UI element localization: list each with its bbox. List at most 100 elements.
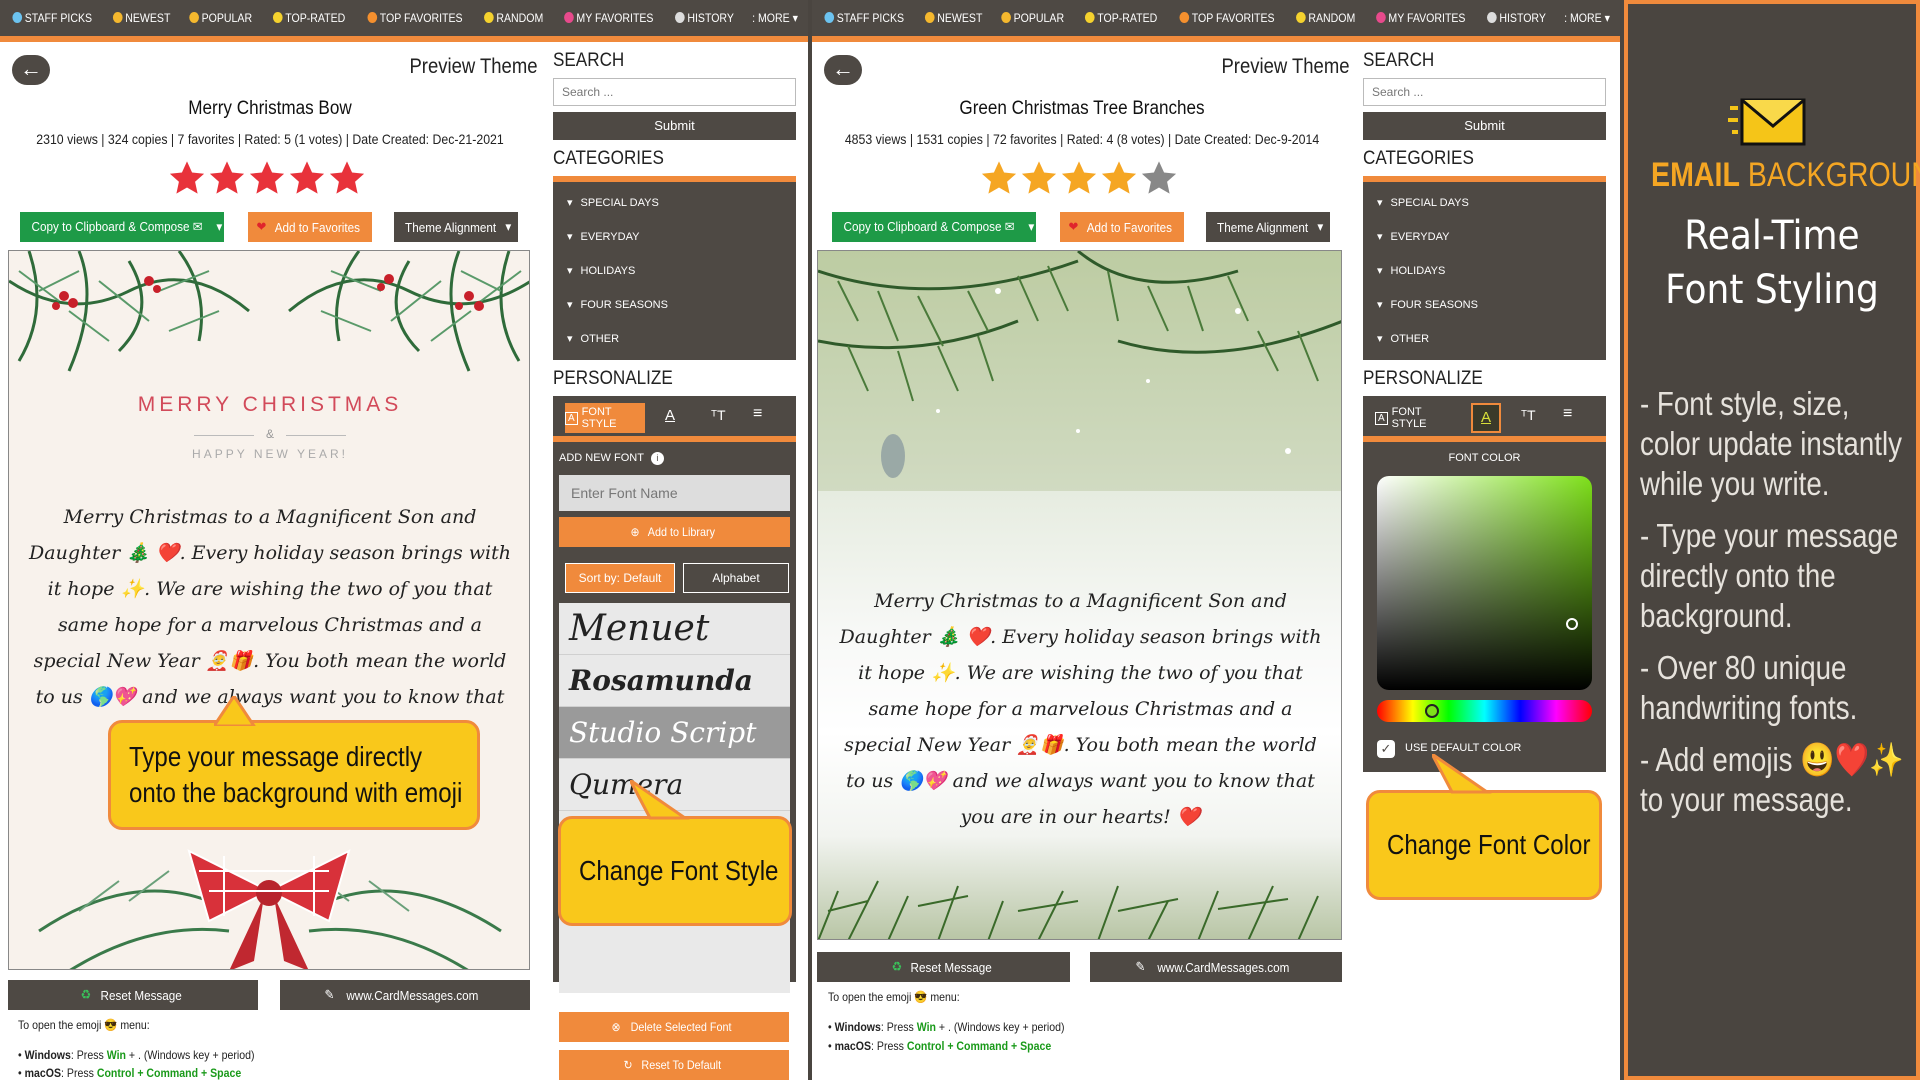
nav-item[interactable]: NEWEST (924, 11, 982, 25)
font-style-tab[interactable]: A FONT STYLE (565, 403, 645, 433)
align-tab[interactable]: ≡ (1563, 405, 1572, 423)
sort-default-button[interactable]: Sort by: Default (565, 563, 675, 593)
sparkles-icon (483, 12, 494, 23)
category-item[interactable]: SPECIAL DAYS (553, 186, 796, 220)
feature-point: - Over 80 unique handwriting fonts. (1640, 649, 1858, 726)
category-item[interactable]: HOLIDAYS (1363, 254, 1606, 288)
close-circle-icon: ⊗ (611, 1020, 621, 1034)
info-icon: i (650, 452, 664, 465)
add-favorites-button[interactable]: ❤ Add to Favorites (1060, 212, 1184, 242)
star-icon[interactable] (288, 159, 326, 197)
sparkles-icon (1295, 12, 1306, 23)
star-rating[interactable] (168, 159, 366, 201)
category-item[interactable]: OTHER (1363, 322, 1606, 356)
star-icon[interactable] (980, 159, 1018, 197)
add-to-library-button[interactable]: ⊕ Add to Library (559, 517, 790, 547)
star-icon[interactable] (328, 159, 366, 197)
star-icon[interactable] (1020, 159, 1058, 197)
hue-slider[interactable] (1377, 700, 1592, 722)
nav-more[interactable]: : MORE ▾ (752, 11, 798, 25)
category-item[interactable]: FOUR SEASONS (553, 288, 796, 322)
mac-shortcut: • macOS: Press Control + Command + Space (18, 1066, 242, 1080)
star-icon[interactable] (248, 159, 286, 197)
heart-eyes-icon (1179, 12, 1189, 23)
font-size-tab[interactable]: ᵀT (711, 407, 726, 423)
nav-item[interactable]: NEWEST (112, 11, 170, 25)
star-rating[interactable] (980, 159, 1178, 201)
nav-item[interactable]: HISTORY (1486, 11, 1546, 25)
star-icon (1084, 12, 1095, 23)
color-picker-handle[interactable] (1566, 618, 1578, 630)
reset-message-button[interactable]: ♻ Reset Message (8, 980, 258, 1010)
star-icon[interactable] (1140, 159, 1178, 197)
star-icon[interactable] (168, 159, 206, 197)
nav-item[interactable]: POPULAR (189, 11, 252, 25)
hue-slider-handle[interactable] (1425, 704, 1439, 718)
nav-item[interactable]: TOP-RATED (272, 11, 345, 25)
mac-shortcut: • macOS: Press Control + Command + Space (828, 1039, 1052, 1053)
font-option[interactable]: Menuet (559, 603, 790, 655)
site-link-button[interactable]: ✎ www.CardMessages.com (1090, 952, 1342, 982)
feature-point: - Add emojis 😃❤️✨ to your message. (1640, 741, 1904, 818)
heart-icon: ❤ (1068, 219, 1079, 234)
back-button[interactable]: ← (12, 55, 50, 85)
message-text-area[interactable]: Merry Christmas to a Magnificent Son and… (832, 583, 1329, 835)
align-tab[interactable]: ≡ (753, 405, 762, 423)
theme-alignment-button[interactable]: Theme Alignment ▾ (394, 212, 518, 242)
submit-button[interactable]: Submit (553, 112, 796, 140)
categories-heading: CATEGORIES (553, 148, 664, 169)
nav-item[interactable]: HISTORY (674, 11, 734, 25)
font-color-tab[interactable]: A (1471, 403, 1501, 433)
nav-item[interactable]: MY FAVORITES (1376, 11, 1466, 25)
font-option[interactable]: Studio Script (559, 707, 790, 759)
nav-item[interactable]: STAFF PICKS (824, 11, 904, 25)
clock-icon (1486, 12, 1497, 23)
star-icon[interactable] (208, 159, 246, 197)
copy-compose-button[interactable]: Copy to Clipboard & Compose ✉ ▾ (20, 212, 224, 242)
reset-default-button[interactable]: ↻ Reset To Default (559, 1050, 789, 1080)
nav-item[interactable]: TOP-RATED (1084, 11, 1157, 25)
category-item[interactable]: EVERYDAY (553, 220, 796, 254)
default-color-checkbox[interactable]: ✓ (1377, 740, 1395, 758)
emoji-hint: To open the emoji 😎 menu: (18, 1018, 150, 1032)
back-button[interactable]: ← (824, 55, 862, 85)
nav-more[interactable]: : MORE ▾ (1564, 11, 1610, 25)
delete-font-button[interactable]: ⊗ Delete Selected Font (559, 1012, 789, 1042)
nav-item[interactable]: RANDOM (1295, 11, 1355, 25)
nav-item[interactable]: RANDOM (483, 11, 543, 25)
back-arrow-icon: ← (832, 56, 854, 81)
nav-item[interactable]: POPULAR (1001, 11, 1064, 25)
color-saturation-area[interactable] (1377, 476, 1592, 690)
submit-button[interactable]: Submit (1363, 112, 1606, 140)
sort-alphabet-button[interactable]: Alphabet (683, 563, 789, 593)
search-input[interactable]: Search ... (1363, 78, 1606, 106)
category-item[interactable]: OTHER (553, 322, 796, 356)
category-item[interactable]: FOUR SEASONS (1363, 288, 1606, 322)
font-size-tab[interactable]: ᵀT (1521, 407, 1536, 423)
nav-item[interactable]: STAFF PICKS (12, 11, 93, 25)
pine-branches-bottom (818, 880, 1319, 939)
copy-compose-button[interactable]: Copy to Clipboard & Compose ✉ ▾ (832, 212, 1036, 242)
search-input[interactable]: Search ... (553, 78, 796, 106)
theme-alignment-button[interactable]: Theme Alignment ▾ (1206, 212, 1330, 242)
nav-item[interactable]: TOP FAVORITES (367, 11, 462, 25)
add-favorites-button[interactable]: ❤ Add to Favorites (248, 212, 372, 242)
font-name-input[interactable]: Enter Font Name (559, 475, 790, 511)
nav-item[interactable]: MY FAVORITES (564, 11, 654, 25)
star-icon[interactable] (1100, 159, 1138, 197)
right-sidebar: SEARCH Search ... Submit CATEGORIES SPEC… (1363, 50, 1606, 772)
category-item[interactable]: HOLIDAYS (553, 254, 796, 288)
reset-message-button[interactable]: ♻ Reset Message (817, 952, 1070, 982)
nav-item[interactable]: TOP FAVORITES (1179, 11, 1274, 25)
font-style-tab[interactable]: A FONT STYLE (1375, 403, 1455, 433)
font-option[interactable]: Rosamunda (559, 655, 790, 707)
pen-icon: ✎ (1135, 959, 1146, 974)
category-item[interactable]: EVERYDAY (1363, 220, 1606, 254)
star-icon[interactable] (1060, 159, 1098, 197)
site-link-button[interactable]: ✎ www.CardMessages.com (280, 980, 530, 1010)
email-background-card[interactable]: Merry Christmas to a Magnificent Son and… (817, 250, 1342, 940)
category-item[interactable]: SPECIAL DAYS (1363, 186, 1606, 220)
theme-title: Green Christmas Tree Branches (959, 98, 1205, 119)
email-background-card[interactable]: MERRY CHRISTMAS & HAPPY NEW YEAR! Merry … (8, 250, 530, 970)
font-color-tab[interactable]: A (665, 407, 675, 424)
